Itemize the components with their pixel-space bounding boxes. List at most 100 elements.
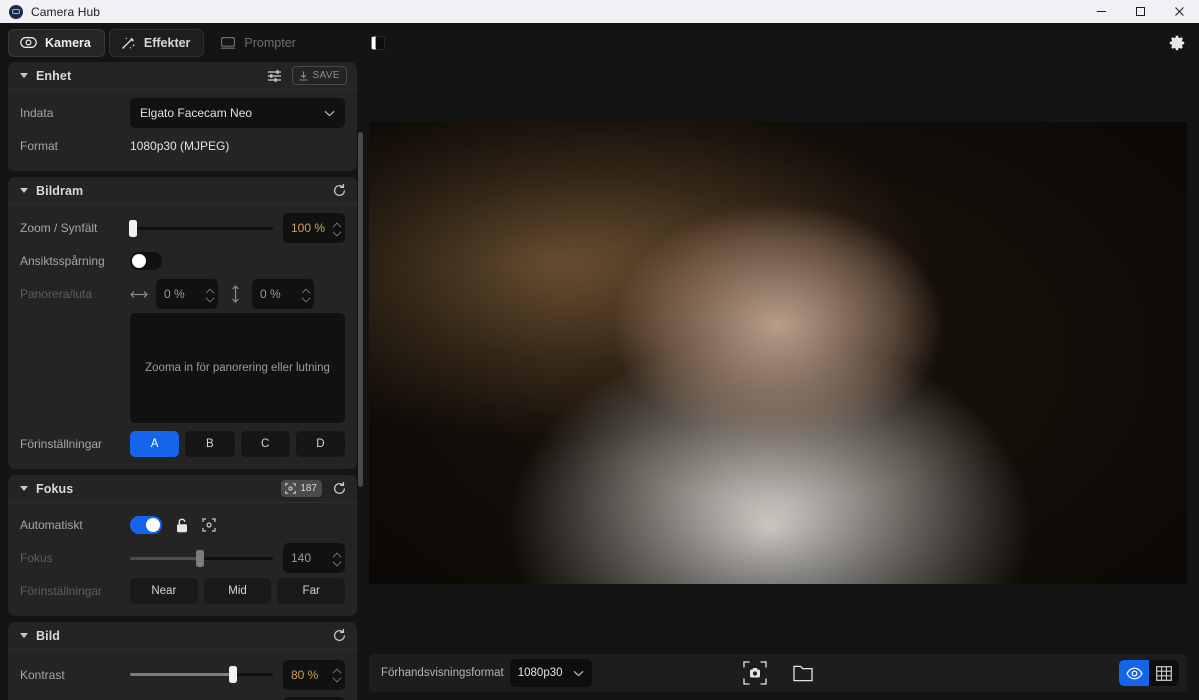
zoom-slider-thumb[interactable] (128, 219, 137, 237)
preview-format-label: Förhandsvisningsformat (381, 667, 504, 679)
saturation-stepper[interactable] (333, 697, 342, 700)
stepper-up-icon (333, 668, 342, 673)
pan-value-field[interactable]: 0 % (156, 279, 218, 309)
contrast-slider-thumb[interactable] (228, 666, 237, 683)
focus-slider-thumb[interactable] (196, 549, 205, 567)
reset-bild-button[interactable] (332, 628, 347, 643)
open-folder-button[interactable] (793, 665, 813, 682)
view-mode-toggle (1119, 660, 1179, 686)
settings-sidebar[interactable]: Enhet SAVE Indata Elgato Facecam Neo For… (0, 62, 365, 700)
settings-button[interactable] (1167, 33, 1187, 53)
row-mattnad-control: 50 % (130, 696, 345, 700)
preview-format-select[interactable]: 1080p30 (509, 659, 592, 687)
tab-effekter[interactable]: Effekter (108, 28, 205, 57)
stepper-down-icon (333, 560, 342, 565)
tilt-value-field[interactable]: 0 % (252, 279, 314, 309)
snapshot-button[interactable] (743, 661, 767, 685)
preset-a-button[interactable]: A (130, 431, 180, 457)
input-device-select[interactable]: Elgato Facecam Neo (130, 98, 345, 128)
tab-prompter-label: Prompter (244, 35, 296, 50)
focus-preset-far-button[interactable]: Far (277, 578, 346, 604)
zoom-slider[interactable] (128, 219, 273, 237)
zoom-value-field[interactable]: 100 % (283, 213, 345, 243)
tab-kamera[interactable]: Kamera (8, 28, 105, 57)
video-preview[interactable] (369, 122, 1187, 584)
panel-collapse-button[interactable] (370, 35, 386, 51)
focus-point-icon (285, 483, 297, 494)
focus-preset-near-button[interactable]: Near (130, 578, 198, 604)
saturation-value-field[interactable]: 50 % (283, 696, 345, 700)
reset-bildram-button[interactable] (332, 183, 347, 198)
save-button[interactable]: SAVE (292, 66, 347, 85)
maximize-icon (1136, 7, 1145, 16)
preset-c-button[interactable]: C (240, 431, 290, 457)
focus-preset-mid-button[interactable]: Mid (203, 578, 272, 604)
toggle-knob (146, 518, 160, 532)
chevron-down-icon (20, 633, 28, 638)
row-zoom: Zoom / Synfält 100 % (20, 213, 345, 243)
sliders-button[interactable] (267, 69, 282, 82)
section-enhet-header[interactable]: Enhet SAVE (8, 62, 357, 90)
row-kontrast: Kontrast 80 % (20, 658, 345, 691)
fokus-presets-label: Förinställningar (20, 584, 103, 598)
reset-icon (334, 482, 346, 494)
stepper-down-icon (206, 296, 215, 301)
sidebar-scrollbar[interactable] (358, 132, 363, 487)
section-bild-header[interactable]: Bild (8, 622, 357, 650)
download-icon (300, 71, 308, 81)
zoom-stepper[interactable] (333, 213, 342, 243)
main-tabs: Kamera Effekter Prompter (8, 28, 310, 57)
section-fokus-header[interactable]: Fokus 187 (8, 475, 357, 503)
focus-slider[interactable] (130, 549, 273, 567)
reset-fokus-button[interactable] (332, 481, 347, 496)
face-tracking-toggle[interactable] (130, 252, 162, 270)
pan-stepper[interactable] (206, 279, 215, 309)
contrast-stepper[interactable] (333, 660, 342, 690)
tab-prompter[interactable]: Prompter (208, 29, 309, 57)
focus-stepper[interactable] (333, 543, 342, 573)
folder-icon (793, 665, 813, 681)
stepper-up-icon (302, 288, 311, 293)
contrast-slider-fill (130, 673, 233, 676)
stepper-up-icon (206, 288, 215, 293)
autofocus-toggle[interactable] (130, 516, 162, 534)
window-controls (1082, 0, 1199, 23)
preset-b-button[interactable]: B (185, 431, 235, 457)
bildram-presets-label: Förinställningar (20, 437, 103, 451)
section-fokus-body: Automatiskt Fokus 140 Förinställningar N… (8, 503, 357, 616)
row-fokus-presets: Förinställningar Near Mid Far (20, 577, 346, 605)
focus-point-button[interactable] (202, 518, 216, 532)
tilt-stepper[interactable] (302, 279, 311, 309)
focus-slider-fill (130, 556, 201, 560)
row-face-tracking: Ansiktsspårning (20, 247, 345, 275)
eye-icon (1125, 667, 1143, 679)
input-device-value: Elgato Facecam Neo (140, 106, 253, 120)
row-autofocus-label: Automatiskt (20, 518, 83, 532)
panel-collapse-icon (371, 36, 385, 49)
contrast-slider[interactable] (130, 666, 273, 684)
maximize-button[interactable] (1121, 0, 1160, 23)
row-pan-tilt-control: 0 % 0 % (130, 279, 345, 309)
focus-value-field[interactable]: 140 (283, 543, 345, 573)
focus-value: 140 (291, 551, 312, 565)
format-value: 1080p30 (MJPEG) (130, 139, 230, 153)
stepper-down-icon (333, 676, 342, 681)
row-autofocus-control (130, 516, 345, 534)
view-mode-grid-button[interactable] (1149, 660, 1179, 686)
row-zoom-label: Zoom / Synfält (20, 221, 98, 235)
reset-icon (334, 184, 346, 196)
camera-icon (20, 37, 37, 49)
preset-d-button[interactable]: D (295, 431, 345, 457)
bildram-preset-group: A B C D (130, 431, 345, 457)
focus-lock-button[interactable] (176, 518, 188, 533)
zoom-value: 100 % (291, 221, 326, 235)
preview-toolbar: Förhandsvisningsformat 1080p30 (369, 654, 1187, 692)
close-icon (1175, 7, 1184, 16)
app-topbar: Kamera Effekter Prompter (0, 23, 1199, 62)
close-button[interactable] (1160, 0, 1199, 23)
view-mode-preview-button[interactable] (1119, 660, 1149, 686)
contrast-value-field[interactable]: 80 % (283, 659, 345, 690)
section-bildram-header[interactable]: Bildram (8, 177, 357, 205)
minimize-button[interactable] (1082, 0, 1121, 23)
pan-tilt-canvas[interactable]: Zooma in för panorering eller lutning (130, 313, 345, 423)
